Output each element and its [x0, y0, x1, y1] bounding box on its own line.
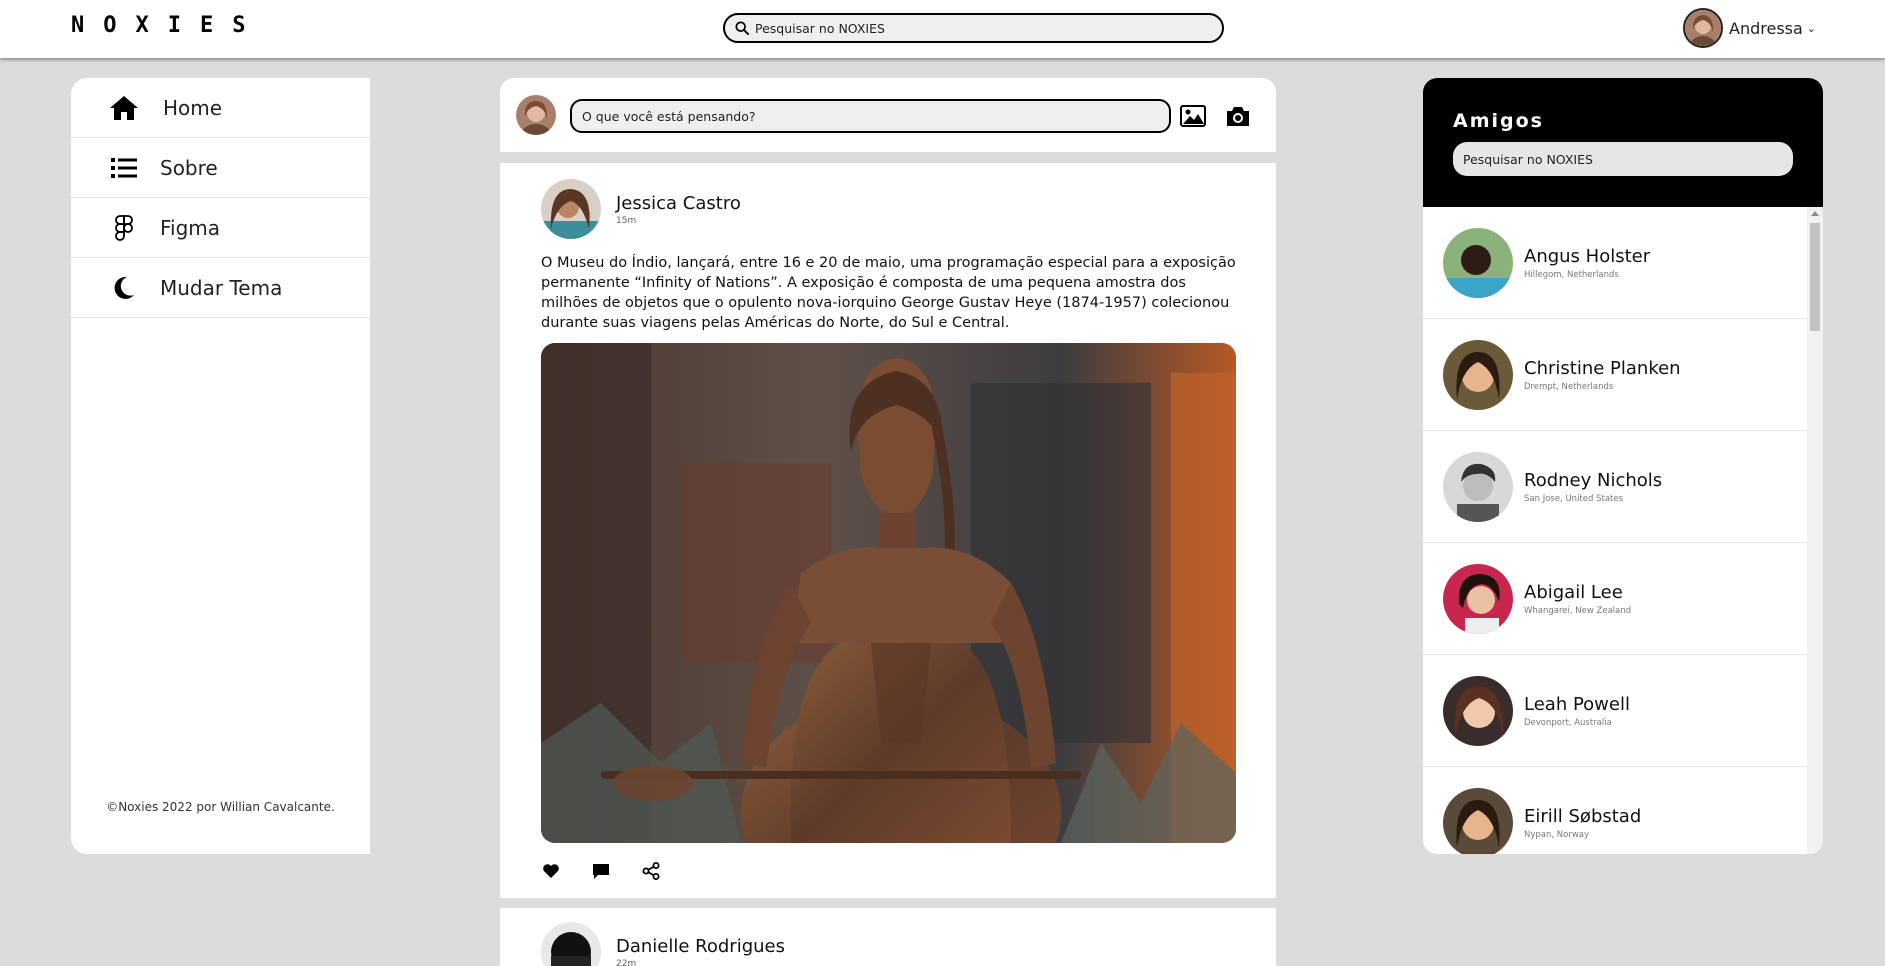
- user-menu[interactable]: Andressa ⌄: [1683, 8, 1816, 48]
- friend-avatar: [1443, 451, 1513, 522]
- friend-location: Devonport, Australia: [1524, 717, 1612, 728]
- user-avatar[interactable]: [1683, 8, 1723, 48]
- top-bar: NOXIES Andressa ⌄: [0, 0, 1885, 58]
- post-card: Jessica Castro 15m O Museu do Índio, lan…: [500, 163, 1276, 898]
- left-sidebar: Home Sobre Figma Mudar Tema ©Noxies 2022…: [71, 78, 370, 854]
- sidebar-item-label: Figma: [160, 215, 221, 240]
- user-name: Andressa: [1729, 18, 1803, 38]
- heart-icon[interactable]: [541, 861, 561, 881]
- friend-avatar: [1443, 563, 1513, 634]
- image-icon[interactable]: [1178, 102, 1208, 130]
- friend-avatar: [1443, 675, 1513, 746]
- friend-name: Christine Planken: [1524, 357, 1681, 379]
- app-logo[interactable]: NOXIES: [71, 13, 264, 38]
- friends-list: Angus Holster Hillegom, Netherlands Chri…: [1423, 207, 1807, 854]
- post-card: Danielle Rodrigues 22m: [500, 908, 1276, 966]
- post-body-text: O Museu do Índio, lançará, entre 16 e 20…: [541, 255, 1236, 331]
- list-icon: [108, 152, 140, 184]
- post-author-avatar[interactable]: [541, 179, 601, 239]
- chevron-down-icon[interactable]: ⌄: [1807, 22, 1816, 35]
- friend-avatar: [1443, 787, 1513, 854]
- friend-location: Drempt, Netherlands: [1524, 381, 1614, 392]
- scroll-up-icon[interactable]: [1811, 211, 1819, 216]
- post-timestamp: 15m: [616, 215, 637, 226]
- friends-search-input[interactable]: [1453, 142, 1793, 176]
- friend-item[interactable]: Angus Holster Hillegom, Netherlands: [1423, 207, 1807, 319]
- copyright-note: ©Noxies 2022 por Willian Cavalcante.: [106, 800, 335, 814]
- friends-title: Amigos: [1453, 110, 1544, 132]
- sidebar-item-mudar-tema[interactable]: Mudar Tema: [71, 258, 370, 318]
- post-image[interactable]: [541, 343, 1236, 843]
- friend-item[interactable]: Christine Planken Drempt, Netherlands: [1423, 319, 1807, 431]
- sidebar-item-sobre[interactable]: Sobre: [71, 138, 370, 198]
- friend-item[interactable]: Leah Powell Devonport, Australia: [1423, 655, 1807, 767]
- friend-name: Abigail Lee: [1524, 581, 1623, 603]
- friend-name: Rodney Nichols: [1524, 469, 1663, 491]
- friend-item[interactable]: Abigail Lee Whangarei, New Zealand: [1423, 543, 1807, 655]
- sidebar-item-figma[interactable]: Figma: [71, 198, 370, 258]
- global-search-box[interactable]: [723, 13, 1224, 43]
- figma-icon: [108, 212, 140, 244]
- sidebar-item-label: Sobre: [160, 155, 218, 180]
- post-composer: [500, 78, 1276, 152]
- post-actions: [541, 861, 661, 881]
- friends-scrollbar[interactable]: [1807, 207, 1823, 854]
- home-icon: [108, 92, 140, 124]
- friend-name: Eirill Søbstad: [1524, 805, 1642, 827]
- friend-item[interactable]: Rodney Nichols San Jose, United States: [1423, 431, 1807, 543]
- search-icon: [735, 21, 749, 35]
- composer-box[interactable]: [570, 99, 1171, 133]
- friend-item[interactable]: Eirill Søbstad Nypan, Norway: [1423, 767, 1807, 854]
- share-icon[interactable]: [641, 861, 661, 881]
- post-header: Jessica Castro 15m: [541, 179, 741, 239]
- friend-avatar: [1443, 227, 1513, 298]
- post-author-avatar[interactable]: [541, 922, 601, 966]
- comment-icon[interactable]: [591, 861, 611, 881]
- friend-avatar: [1443, 339, 1513, 410]
- friend-location: Whangarei, New Zealand: [1524, 605, 1632, 616]
- moon-icon: [108, 272, 140, 304]
- scroll-thumb[interactable]: [1810, 223, 1820, 331]
- global-search-input[interactable]: [755, 20, 1195, 36]
- friends-header: Amigos: [1423, 78, 1823, 207]
- friend-location: Hillegom, Netherlands: [1524, 269, 1619, 280]
- camera-icon[interactable]: [1223, 102, 1253, 130]
- sidebar-item-home[interactable]: Home: [71, 78, 370, 138]
- friends-panel: Amigos Angus Holster Hillegom, Netherlan…: [1423, 78, 1823, 854]
- post-author-name[interactable]: Jessica Castro: [616, 193, 741, 214]
- friend-location: San Jose, United States: [1524, 493, 1624, 504]
- post-author-name[interactable]: Danielle Rodrigues: [616, 936, 785, 957]
- friend-name: Leah Powell: [1524, 693, 1630, 715]
- friend-name: Angus Holster: [1524, 245, 1651, 267]
- sidebar-item-label: Home: [163, 95, 223, 120]
- composer-avatar: [516, 95, 556, 135]
- post-timestamp: 22m: [616, 958, 637, 966]
- friend-location: Nypan, Norway: [1524, 829, 1590, 840]
- composer-input[interactable]: [582, 108, 1162, 124]
- sidebar-item-label: Mudar Tema: [160, 275, 283, 300]
- post-header: Danielle Rodrigues 22m: [541, 922, 785, 966]
